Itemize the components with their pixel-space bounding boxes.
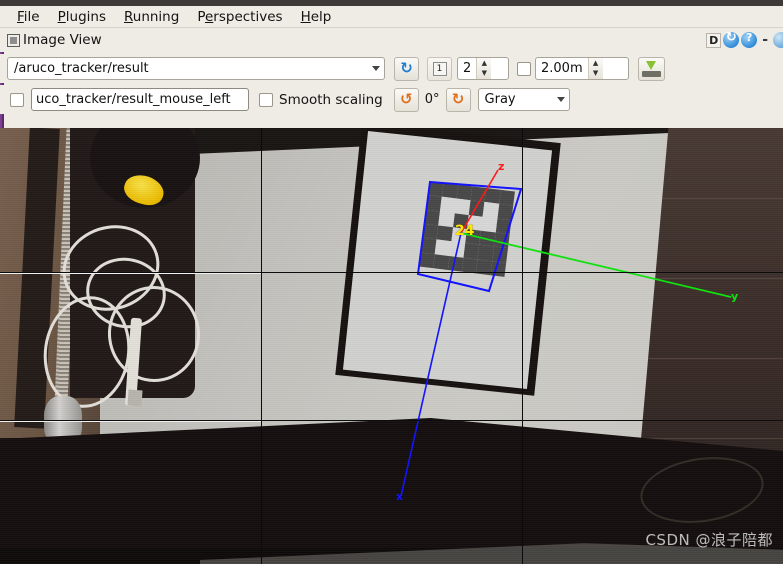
distance-spinbox-arrows[interactable]: ▲ ▼ [587, 58, 603, 80]
distance-spinbox-value: 2.00m [541, 61, 583, 76]
image-canvas[interactable]: z y x 24 CSDN @浪子陪都 [0, 128, 783, 564]
x-axis-label: x [396, 490, 404, 503]
marker-id-label: 24 [455, 223, 475, 239]
chevron-down-icon [372, 66, 380, 71]
grid-line-vertical-2 [522, 128, 523, 564]
camera-image [0, 128, 783, 564]
minimize-button[interactable]: - [759, 32, 771, 48]
z-axis-label: z [498, 160, 505, 173]
rotate-right-icon: ↻ [451, 90, 465, 108]
y-axis-label: y [731, 290, 739, 303]
smooth-scaling-label: Smooth scaling [279, 91, 383, 108]
grid-line-horizontal-1-left [0, 273, 261, 274]
dock-button[interactable]: D [706, 32, 722, 48]
toolbar-row-2: uco_tracker/result_mouse_left Smooth sca… [0, 85, 783, 114]
save-image-button[interactable] [638, 56, 665, 81]
frame-index-icon: 1 [432, 61, 447, 76]
help-icon[interactable] [741, 31, 758, 48]
spin-down-icon[interactable]: ▼ [589, 69, 603, 80]
distance-spinbox[interactable]: 2.00m ▲ ▼ [535, 57, 629, 80]
menu-item-file[interactable]: File [8, 8, 49, 26]
toolbar-row-1: /aruco_tracker/result ↻ 1 2 ▲ ▼ 2.00m ▲ … [0, 54, 783, 83]
rotation-label: 0° [424, 92, 440, 107]
topic-combo[interactable]: /aruco_tracker/result [7, 57, 385, 80]
save-image-icon [642, 60, 661, 77]
rotate-right-button[interactable]: ↻ [445, 87, 471, 112]
mouse-topic-input-value: uco_tracker/result_mouse_left [36, 92, 231, 107]
view-title-bar: Image View D - [0, 28, 783, 52]
menu-item-running[interactable]: Running [115, 8, 188, 26]
number-spinbox-arrows[interactable]: ▲ ▼ [476, 58, 492, 80]
refresh-icon[interactable] [723, 30, 740, 48]
view-title: Image View [23, 32, 102, 48]
topic-combo-value: /aruco_tracker/result [14, 61, 149, 76]
publish-checkbox[interactable] [517, 61, 531, 76]
spin-up-icon[interactable]: ▲ [477, 58, 491, 69]
grid-line-vertical-1 [261, 128, 262, 564]
refresh-topics-icon: ↻ [400, 59, 413, 77]
refresh-topics-button[interactable]: ↻ [394, 56, 419, 81]
number-spinbox-value: 2 [463, 61, 472, 76]
smooth-scaling-checkbox[interactable] [259, 92, 273, 107]
view-title-buttons: D - [706, 30, 783, 48]
menu-item-help[interactable]: Help [292, 8, 341, 26]
rotate-left-icon: ↺ [399, 90, 413, 108]
colormap-combo-value: Gray [484, 92, 516, 107]
menu-item-file-label: ile [23, 8, 40, 25]
colormap-combo[interactable]: Gray [477, 88, 570, 111]
frame-index-button[interactable]: 1 [427, 56, 452, 81]
close-icon[interactable] [773, 32, 783, 48]
rotate-left-button[interactable]: ↺ [393, 87, 419, 112]
watermark: CSDN @浪子陪都 [645, 531, 773, 549]
menu-bar: File Plugins Running Perspectives Help [0, 6, 783, 28]
menu-item-perspectives[interactable]: Perspectives [188, 8, 291, 26]
mouse-topic-input[interactable]: uco_tracker/result_mouse_left [31, 88, 249, 111]
number-spinbox[interactable]: 2 ▲ ▼ [457, 57, 509, 80]
chevron-down-icon [556, 97, 565, 102]
image-view-icon [7, 33, 20, 47]
spin-down-icon[interactable]: ▼ [477, 69, 491, 80]
menu-item-plugins[interactable]: Plugins [49, 8, 115, 26]
mouse-topic-checkbox[interactable] [10, 92, 24, 107]
spin-up-icon[interactable]: ▲ [589, 58, 603, 69]
grid-line-horizontal-2-left [0, 421, 261, 422]
rqt-main-window: File Plugins Running Perspectives Help I… [0, 0, 783, 564]
